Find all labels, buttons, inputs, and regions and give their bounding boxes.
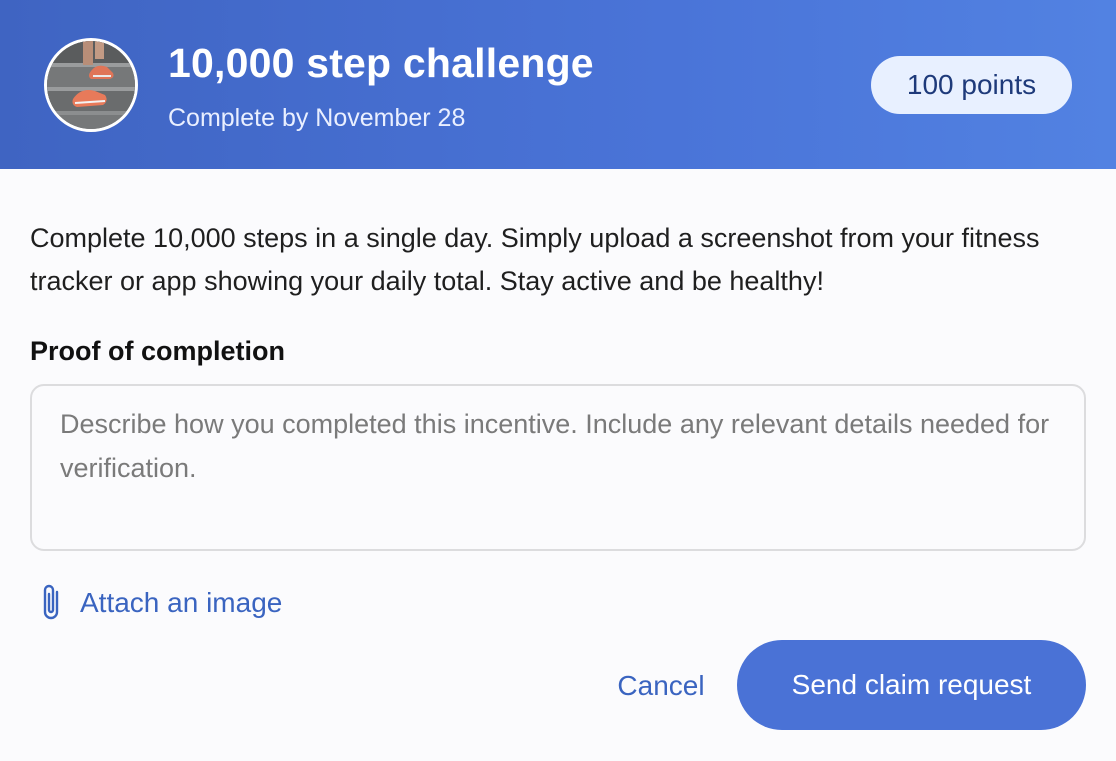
attach-image-label: Attach an image [80,587,283,618]
dialog-header: 10,000 step challenge Complete by Novemb… [0,0,1116,169]
proof-label: Proof of completion [30,336,285,366]
claim-dialog: 10,000 step challenge Complete by Novemb… [0,0,1116,761]
send-claim-request-button[interactable]: Send claim request [737,640,1086,730]
cancel-button[interactable]: Cancel [596,654,726,718]
paperclip-icon [36,582,66,624]
challenge-avatar [44,38,138,132]
challenge-title: 10,000 step challenge [168,40,594,86]
points-badge: 100 points [871,56,1072,114]
proof-of-completion-input[interactable] [30,384,1086,551]
running-shoes-photo-icon [47,41,135,129]
challenge-due-date: Complete by November 28 [168,104,466,132]
challenge-description: Complete 10,000 steps in a single day. S… [30,223,1040,296]
attach-image-link[interactable]: Attach an image [36,582,282,624]
